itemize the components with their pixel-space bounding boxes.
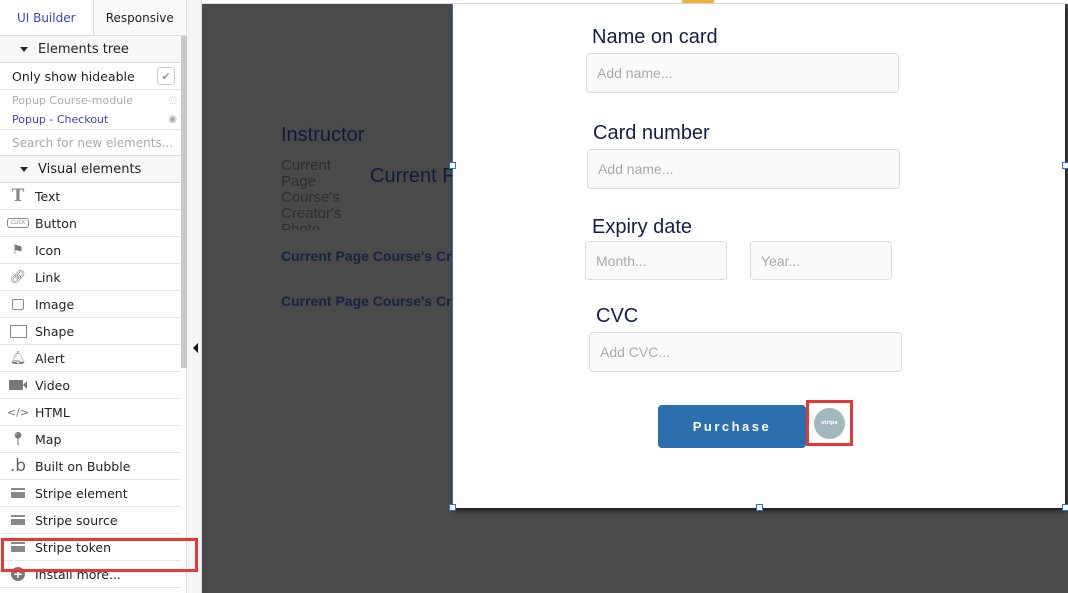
element-label: Stripe element [35, 485, 128, 501]
tab-ui-builder[interactable]: UI Builder [0, 0, 93, 35]
bell-icon: 🔔︎ [9, 350, 27, 366]
collapse-triangle-icon [20, 46, 28, 52]
name-on-card-input[interactable] [586, 53, 899, 93]
expiry-month-input[interactable] [585, 241, 727, 280]
element-alert[interactable]: 🔔︎ Alert [0, 345, 181, 372]
flag-icon: ⚑ [12, 242, 24, 258]
element-link[interactable]: 🔗︎ Link [0, 264, 181, 291]
element-label: Stripe source [35, 512, 118, 528]
element-label: Alert [35, 350, 65, 366]
tree-item-label: Popup - Checkout [12, 113, 109, 126]
element-label: Built on Bubble [35, 458, 131, 474]
element-install-more[interactable]: + Install more... [0, 561, 181, 588]
element-label: Link [35, 269, 61, 285]
expiry-year-input[interactable] [750, 241, 892, 280]
collapse-panel-icon[interactable] [193, 343, 198, 353]
plus-circle-icon: + [11, 567, 25, 581]
canvas-top-accent [682, 0, 714, 3]
element-icon[interactable]: ⚑ Icon [0, 237, 181, 264]
element-built-on-bubble[interactable]: .b Built on Bubble [0, 453, 181, 480]
search-elements-input[interactable]: Search for new elements... [0, 130, 181, 156]
element-html[interactable]: </> HTML [0, 399, 181, 426]
element-video[interactable]: Video [0, 372, 181, 399]
stripe-logo-icon: stripe [814, 407, 845, 439]
bg-creator-line-1: Current Page Course's Creator's Bio [281, 248, 452, 264]
resize-handle-left[interactable] [449, 162, 456, 169]
card-icon [3, 515, 33, 525]
only-show-hideable-row: Only show hideable ✔ [0, 63, 181, 90]
editor-root: UI Builder Responsive Elements tree Only… [0, 0, 1068, 593]
name-on-card-label: Name on card [592, 26, 718, 48]
left-panel: UI Builder Responsive Elements tree Only… [0, 0, 187, 593]
card-number-label: Card number [593, 122, 710, 144]
element-label: Icon [35, 242, 62, 258]
elements-tree-title: Elements tree [38, 41, 129, 57]
element-label: Stripe token [35, 539, 112, 555]
text-icon: T [11, 186, 25, 206]
element-stripe-token[interactable]: Stripe token [0, 534, 181, 561]
card-icon [3, 488, 33, 498]
panel-collapse-strip[interactable] [187, 0, 202, 593]
resize-handle-bottom-left[interactable] [449, 504, 456, 511]
stripe-token-element[interactable]: stripe [806, 400, 853, 446]
element-label: HTML [35, 404, 70, 420]
element-stripe-element[interactable]: Stripe element [0, 480, 181, 507]
tree-item-label: Popup Course-module [12, 93, 133, 107]
button-icon: CLICK [3, 218, 33, 228]
visual-elements-title: Visual elements [38, 161, 142, 177]
cvc-label: CVC [596, 305, 639, 327]
eye-icon[interactable]: ◉ [168, 114, 177, 125]
element-button[interactable]: CLICK Button [0, 210, 181, 237]
image-icon [3, 298, 33, 310]
link-icon: 🔗︎ [9, 269, 27, 285]
purchase-button[interactable]: Purchase [658, 405, 806, 448]
tree-item-popup-checkout[interactable]: Popup - Checkout ◉ [0, 110, 181, 130]
element-stripe-source[interactable]: Stripe source [0, 507, 181, 534]
bg-creator-line-2: Current Page Course's Creator's Email [281, 293, 452, 309]
resize-handle-right[interactable] [1062, 162, 1068, 169]
collapse-triangle-icon [20, 166, 28, 172]
panel-tabs: UI Builder Responsive [0, 0, 186, 36]
eye-hidden-icon[interactable]: ◌ [168, 95, 177, 106]
element-label: Text [35, 188, 61, 204]
element-label: Button [35, 215, 77, 231]
expiry-date-label: Expiry date [592, 216, 693, 238]
shape-icon [3, 324, 33, 338]
only-show-hideable-checkbox[interactable]: ✔ [157, 67, 175, 85]
bubble-logo-icon: .b [9, 456, 27, 476]
element-label: Map [35, 431, 62, 447]
tab-responsive[interactable]: Responsive [92, 0, 186, 35]
element-label: Shape [35, 323, 75, 339]
resize-handle-bottom-right[interactable] [1062, 504, 1068, 511]
map-pin-icon: 📍︎ [9, 431, 27, 447]
element-label: Install more... [35, 566, 121, 582]
code-icon: </> [6, 405, 30, 419]
card-icon [3, 542, 33, 552]
bg-creator-name: Current Page Course's Creator's Name [370, 165, 452, 187]
element-label: Video [35, 377, 71, 393]
element-map[interactable]: 📍︎ Map [0, 426, 181, 453]
element-text[interactable]: T Text [0, 183, 181, 210]
bg-creator-photo: Current Page Course's Creator's Photo [281, 158, 342, 230]
tree-item-popup-course-module[interactable]: Popup Course-module ◌ [0, 90, 181, 110]
elements-tree-header[interactable]: Elements tree [0, 36, 181, 63]
element-image[interactable]: Image [0, 291, 181, 318]
element-label: Image [35, 296, 75, 312]
card-number-input[interactable] [587, 149, 900, 189]
only-show-hideable-label: Only show hideable [12, 68, 135, 84]
video-icon [3, 380, 33, 390]
cvc-input[interactable] [589, 332, 902, 372]
resize-handle-bottom[interactable] [756, 504, 763, 511]
bg-instructor-heading: Instructor [281, 124, 365, 146]
checkout-popup: Name on card Card number Expiry date CVC… [452, 4, 1065, 508]
visual-elements-header[interactable]: Visual elements [0, 156, 181, 183]
element-shape[interactable]: Shape [0, 318, 181, 345]
